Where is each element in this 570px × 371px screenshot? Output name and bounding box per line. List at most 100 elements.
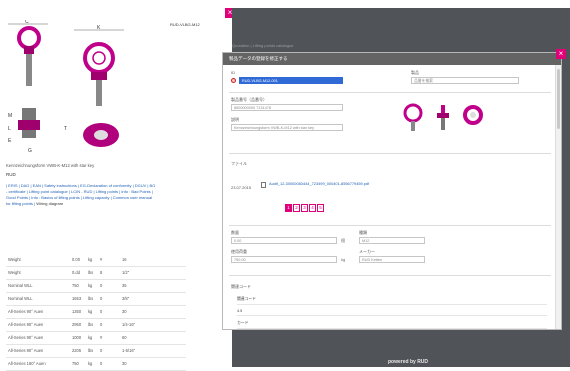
list-item[interactable]: カード bbox=[237, 321, 547, 329]
table-row: Nominal WLL 750 kg 0 35 bbox=[6, 279, 186, 293]
table-cell: 0 bbox=[98, 357, 120, 371]
table-cell: # bbox=[98, 253, 120, 267]
table-cell: 750 bbox=[70, 357, 86, 371]
table-cell: 1-5/16" bbox=[120, 344, 186, 358]
table-cell: 0.dd bbox=[70, 266, 86, 280]
thumbnail-2[interactable] bbox=[437, 105, 449, 130]
table-cell: 0 bbox=[98, 318, 120, 332]
table-cell: 3/8" bbox=[120, 292, 186, 306]
table-cell: All-Series 90° Auen bbox=[6, 344, 70, 358]
table-cell: lbs bbox=[86, 266, 98, 280]
footer-logo-text: RUD bbox=[417, 359, 429, 365]
dialog-scrollbar[interactable] bbox=[555, 65, 561, 329]
table-cell: All-Series 90° Auen bbox=[6, 331, 70, 345]
table-row: All-Series 90° Auen 2950 lbs 0 1/4-16" bbox=[6, 318, 186, 332]
table-cell: lbs bbox=[86, 318, 98, 332]
background-tabs: Quotation | Lifting points catalogue bbox=[232, 43, 294, 48]
table-cell: 16 bbox=[120, 253, 186, 267]
pagination: 12345 bbox=[285, 204, 325, 214]
footer-logo-prefix: powered by bbox=[388, 359, 416, 365]
table-cell: lbs bbox=[86, 292, 98, 306]
wll-unit: kg bbox=[341, 257, 346, 262]
divider bbox=[229, 153, 551, 154]
divider bbox=[229, 275, 551, 276]
document-links[interactable]: | ERIS | DAG | EAN | Safety instructions… bbox=[6, 183, 156, 207]
table-cell: kg bbox=[86, 253, 98, 267]
table-row: All-Series 90° Auen 1350 kg 0 30 bbox=[6, 305, 186, 319]
wll-label: 使用荷重 bbox=[231, 249, 247, 254]
name-input[interactable]: 品番を検索 bbox=[411, 77, 519, 84]
scrollbar-thumb[interactable] bbox=[557, 69, 560, 129]
table-cell: 30 bbox=[120, 357, 186, 371]
technical-drawing: C K M L E G T bbox=[8, 20, 124, 154]
page-button[interactable]: 3 bbox=[301, 204, 308, 212]
maker-label: メーカー bbox=[359, 249, 375, 254]
page-button[interactable]: 2 bbox=[293, 204, 300, 212]
product-thumbnails bbox=[403, 103, 483, 131]
dialog-title: 製品データの登録を修正する bbox=[223, 53, 561, 65]
document-links-text[interactable]: | ERIS | DAG | EAN | Safety instructions… bbox=[6, 183, 155, 206]
edit-dialog: 製品データの登録を修正する × ID RUD-VLBG-M12-001 製品 品… bbox=[222, 49, 566, 330]
table-row: Weight 0.dd lbs 8 1/2" bbox=[6, 266, 186, 280]
type-label: 種類 bbox=[359, 230, 367, 235]
table-cell: 2205 bbox=[70, 344, 86, 358]
table-cell: 0 bbox=[98, 279, 120, 293]
page-button[interactable]: 4 bbox=[309, 204, 316, 212]
drawing-caption: Kennzeichnungsform VWB-K-M12 with star k… bbox=[6, 163, 95, 168]
dim-label-l: L bbox=[8, 126, 11, 132]
table-cell: kg bbox=[86, 279, 98, 293]
id-radio[interactable] bbox=[231, 78, 236, 83]
file-date: 23.07.2015 bbox=[231, 185, 252, 190]
page-button[interactable]: 5 bbox=[317, 204, 324, 212]
product-code: RUD-VLBG-M12 bbox=[170, 22, 200, 27]
dialog-close-icon[interactable]: × bbox=[556, 49, 566, 59]
description-input[interactable]: Kennzeichnungsform VWB-K-M12 with star k… bbox=[231, 124, 343, 131]
divider bbox=[229, 225, 551, 226]
table-cell: 750 bbox=[70, 279, 86, 293]
wiring-note[interactable]: Wiring diagram bbox=[36, 201, 63, 206]
file-link[interactable]: Audit_12-30000083444_723499_000401-85567… bbox=[269, 181, 379, 186]
table-cell: 0 bbox=[98, 305, 120, 319]
maker-input[interactable]: RUD Ketten bbox=[359, 256, 425, 263]
spec-table: Weight 0.00 kg #16 Weight 0.dd lbs 8 1/2" Nominal… bbox=[6, 253, 186, 371]
table-cell: kg bbox=[86, 331, 98, 345]
dim-label-g: G bbox=[28, 148, 32, 154]
table-cell: 0.00 bbox=[70, 253, 86, 267]
table-cell: Nominal WLL bbox=[6, 279, 70, 293]
wll-input[interactable]: 750.00 bbox=[231, 256, 337, 263]
table-row: All-Series 90° Auen 2205 lbs 0 1-5/16" bbox=[6, 344, 186, 358]
footer-logo: powered by RUD bbox=[388, 359, 428, 365]
table-cell: # bbox=[98, 331, 120, 345]
list-item[interactable]: 関連コード bbox=[237, 297, 547, 305]
table-cell: Nominal WLL bbox=[6, 292, 70, 306]
id-input[interactable]: RUD-VLBG-M12-001 bbox=[239, 77, 343, 84]
table-cell: 0 bbox=[98, 344, 120, 358]
sku-input[interactable]: 8500000000 7131478 bbox=[231, 104, 343, 111]
table-cell: lbs bbox=[86, 344, 98, 358]
type-input[interactable]: M12 bbox=[359, 237, 425, 244]
table-cell: 0 bbox=[98, 292, 120, 306]
table-row: Nominal WLL 1653 lbs 0 3/8" bbox=[6, 292, 186, 306]
table-cell: 8 bbox=[98, 266, 120, 280]
dialog-body: ID RUD-VLBG-M12-001 製品 品番を検索 製品番号（品番号） 8… bbox=[223, 65, 555, 329]
dim-label-m: M bbox=[8, 113, 12, 119]
dim-label-c: C bbox=[25, 20, 29, 25]
table-cell: 30 bbox=[120, 305, 186, 319]
name-label: 製品 bbox=[411, 70, 419, 75]
table-cell: Weight bbox=[6, 266, 70, 280]
table-row: Weight 0.00 kg #16 bbox=[6, 253, 186, 267]
quantity-input[interactable]: 0.00 bbox=[231, 237, 337, 244]
table-cell: All-Series 90° Auen bbox=[6, 305, 70, 319]
list-item[interactable]: 4.5 bbox=[237, 309, 547, 316]
table-cell: 1350 bbox=[70, 305, 86, 319]
id-label: ID bbox=[231, 70, 235, 75]
table-cell: 2950 bbox=[70, 318, 86, 332]
page-button[interactable]: 1 bbox=[285, 204, 292, 212]
table-cell: 1/2" bbox=[120, 266, 186, 280]
table-cell: kg bbox=[86, 305, 98, 319]
table-row: All-Series 90° Auen 1000 kg #60 bbox=[6, 331, 186, 345]
table-cell: Weight bbox=[6, 253, 70, 267]
table-cell: 1000 bbox=[70, 331, 86, 345]
thumbnail-1[interactable] bbox=[403, 103, 423, 131]
thumbnail-3[interactable] bbox=[463, 105, 483, 125]
